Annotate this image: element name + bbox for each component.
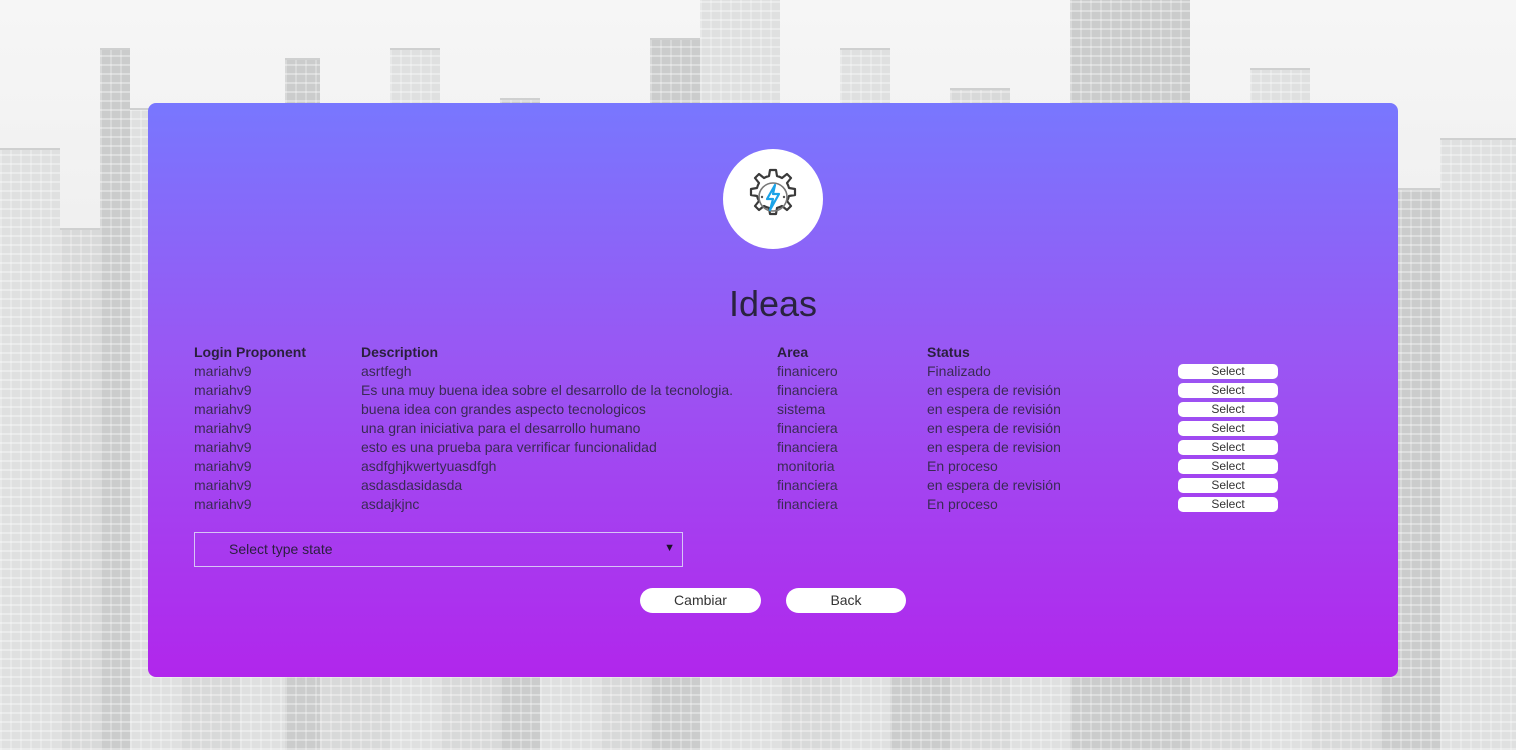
table-row: mariahv9 buena idea con grandes aspecto … [194, 400, 1294, 419]
cell-description: asdasdasidasda [361, 477, 463, 493]
cell-login: mariahv9 [194, 401, 252, 417]
select-button[interactable]: Select [1178, 497, 1278, 512]
cell-description: buena idea con grandes aspecto tecnologi… [361, 401, 646, 417]
ideas-panel: Ideas Login Proponent Description Area S… [148, 103, 1398, 677]
cell-status: en espera de revisión [927, 477, 1061, 493]
cell-description: asdfghjkwertyuasdfgh [361, 458, 497, 474]
cell-login: mariahv9 [194, 496, 252, 512]
table-header: Login Proponent Description Area Status [194, 343, 1294, 362]
cell-area: finanicero [777, 363, 838, 379]
select-button[interactable]: Select [1178, 421, 1278, 436]
table-row: mariahv9 una gran iniciativa para el des… [194, 419, 1294, 438]
cell-description: una gran iniciativa para el desarrollo h… [361, 420, 641, 436]
cell-status: en espera de revision [927, 439, 1061, 455]
cell-login: mariahv9 [194, 382, 252, 398]
select-button[interactable]: Select [1178, 383, 1278, 398]
select-button[interactable]: Select [1178, 478, 1278, 493]
cell-description: asrtfegh [361, 363, 412, 379]
cell-area: financiera [777, 496, 838, 512]
logo-badge [723, 149, 823, 249]
ideas-table: Login Proponent Description Area Status … [194, 343, 1294, 514]
select-button[interactable]: Select [1178, 440, 1278, 455]
cell-area: financiera [777, 477, 838, 493]
state-type-select-value: Select type state [229, 541, 333, 557]
header-status: Status [927, 344, 970, 360]
table-row: mariahv9 Es una muy buena idea sobre el … [194, 381, 1294, 400]
cell-login: mariahv9 [194, 458, 252, 474]
page-title: Ideas [728, 283, 818, 324]
table-row: mariahv9 asdfghjkwertyuasdfgh monitoria … [194, 457, 1294, 476]
cell-area: financiera [777, 439, 838, 455]
cell-area: monitoria [777, 458, 835, 474]
cell-status: en espera de revisión [927, 382, 1061, 398]
cell-status: En proceso [927, 458, 998, 474]
caret-down-icon: ▼ [664, 542, 675, 554]
back-button[interactable]: Back [786, 588, 906, 613]
select-button[interactable]: Select [1178, 402, 1278, 417]
cell-status: Finalizado [927, 363, 991, 379]
cambiar-button[interactable]: Cambiar [640, 588, 761, 613]
state-type-select[interactable]: Select type state ▼ [194, 532, 683, 567]
cell-status: en espera de revisión [927, 401, 1061, 417]
cell-description: asdajkjnc [361, 496, 420, 512]
cell-description: esto es una prueba para verrificar funci… [361, 439, 657, 455]
cell-description: Es una muy buena idea sobre el desarroll… [361, 382, 734, 398]
cell-login: mariahv9 [194, 420, 252, 436]
table-row: mariahv9 asdajkjnc financiera En proceso… [194, 495, 1294, 514]
gear-lightning-icon [740, 164, 806, 234]
cell-status: en espera de revisión [927, 420, 1061, 436]
table-row: mariahv9 esto es una prueba para verrifi… [194, 438, 1294, 457]
cell-area: financiera [777, 382, 838, 398]
cell-login: mariahv9 [194, 477, 252, 493]
select-button[interactable]: Select [1178, 364, 1278, 379]
cell-login: mariahv9 [194, 439, 252, 455]
cell-area: sistema [777, 401, 826, 417]
header-area: Area [777, 344, 809, 360]
cell-status: En proceso [927, 496, 998, 512]
header-login-proponent: Login Proponent [194, 344, 306, 360]
table-row: mariahv9 asrtfegh finanicero Finalizado … [194, 362, 1294, 381]
cell-login: mariahv9 [194, 363, 252, 379]
cell-area: financiera [777, 420, 838, 436]
header-description: Description [361, 344, 439, 360]
select-button[interactable]: Select [1178, 459, 1278, 474]
table-row: mariahv9 asdasdasidasda financiera en es… [194, 476, 1294, 495]
